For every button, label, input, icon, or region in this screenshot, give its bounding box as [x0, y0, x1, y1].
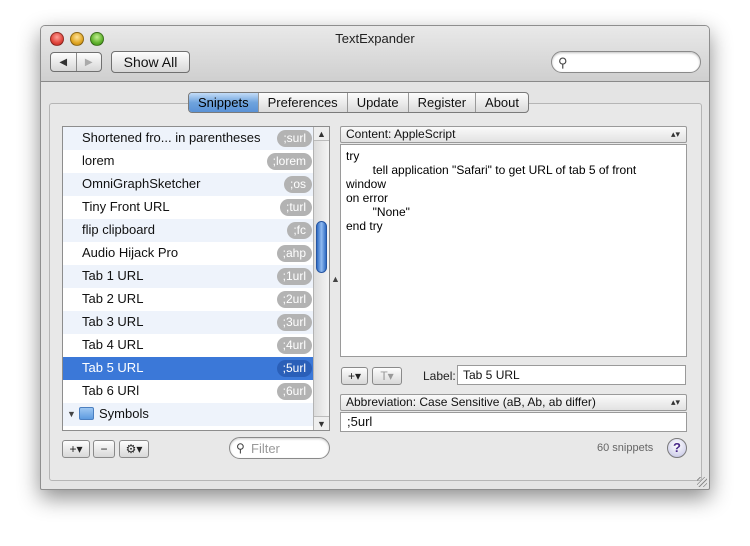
resize-grip-icon[interactable] [697, 477, 707, 487]
preferences-window: TextExpander ◀ ▶ Show All ⚲ Snippets Pref… [40, 25, 710, 490]
add-snippet-button[interactable]: +▾ [62, 440, 90, 458]
forward-button[interactable]: ▶ [75, 53, 102, 71]
snippet-row[interactable]: Tab 1 URL ;1url [63, 265, 315, 288]
folder-row-symbols[interactable]: ▼ Symbols [63, 403, 315, 426]
snippet-label: Audio Hijack Pro [82, 245, 179, 260]
content-type-label: Content: AppleScript [346, 127, 456, 141]
show-all-button[interactable]: Show All [111, 51, 190, 73]
snippet-label: Tiny Front URL [82, 199, 170, 214]
split-view-handle-icon[interactable]: ▲ [331, 274, 340, 284]
tab-register[interactable]: Register [407, 93, 475, 112]
back-forward-control: ◀ ▶ [50, 52, 102, 72]
popup-arrows-icon: ▴▾ [670, 129, 680, 139]
snippet-abbreviation-badge: ;lorem [266, 153, 312, 170]
snippet-label: Tab 3 URL [82, 314, 144, 329]
script-line: tell application "Safari" to get URL of … [346, 163, 637, 177]
snippet-label: Shortened fro... in parentheses [82, 130, 261, 145]
tab-preferences[interactable]: Preferences [257, 93, 347, 112]
filter-placeholder: Filter [251, 441, 280, 456]
snippet-label: Tab 5 URL [82, 360, 144, 375]
snippet-abbreviation-badge: ;6url [276, 383, 312, 400]
snippet-row[interactable]: Audio Hijack Pro ;ahp [63, 242, 315, 265]
forward-arrow-icon: ▶ [84, 56, 93, 68]
snippet-row[interactable]: Tiny Front URL ;turl [63, 196, 315, 219]
label-input[interactable]: Tab 5 URL [457, 365, 686, 385]
snippet-abbreviation-badge: ;os [283, 176, 312, 193]
label-caption: Label: [423, 369, 456, 383]
insert-fill-button[interactable]: +▾ [341, 367, 368, 385]
scroll-up-arrow-icon[interactable]: ▲ [314, 127, 329, 141]
toolbar-search-input[interactable]: ⚲ [551, 51, 701, 73]
disclosure-triangle-icon[interactable]: ▼ [67, 409, 76, 419]
snippet-abbreviation-badge: ;5url [276, 360, 312, 377]
snippet-row[interactable]: flip clipboard ;fc [63, 219, 315, 242]
snippet-list: ▼ Symbols Tab 6 URl ;6url Tab 5 URL ;5url Tab … [62, 126, 330, 431]
title-bar: TextExpander ◀ ▶ Show All ⚲ [41, 26, 709, 82]
snippet-label: Tab 6 URl [82, 383, 140, 398]
snippet-row[interactable]: Shortened fro... in parentheses ;surl [63, 127, 315, 150]
snippet-label: OmniGraphSketcher [82, 176, 201, 191]
scroll-down-arrow-icon[interactable]: ▼ [314, 416, 329, 430]
snippet-row[interactable]: lorem ;lorem [63, 150, 315, 173]
filter-search-icon: ⚲ [236, 441, 245, 455]
back-button[interactable]: ◀ [51, 53, 76, 71]
scroll-thumb[interactable] [316, 221, 327, 273]
snippet-abbreviation-badge: ;3url [276, 314, 312, 331]
snippet-row[interactable]: OmniGraphSketcher ;os [63, 173, 315, 196]
snippet-abbreviation-badge: ;4url [276, 337, 312, 354]
remove-snippet-button[interactable]: − [93, 440, 115, 458]
snippet-row[interactable]: Tab 2 URL ;2url [63, 288, 315, 311]
window-title: TextExpander [335, 31, 415, 46]
search-icon: ⚲ [558, 55, 568, 70]
snippet-row[interactable]: Tab 5 URL ;5url [63, 357, 315, 380]
snippet-count: 60 snippets [597, 442, 654, 454]
tab-snippets[interactable]: Snippets [189, 93, 258, 112]
abbreviation-mode-popup[interactable]: Abbreviation: Case Sensitive (aB, Ab, ab… [340, 394, 687, 411]
help-button[interactable]: ? [667, 438, 687, 458]
snippet-label: Tab 4 URL [82, 337, 144, 352]
snippet-row[interactable]: Tab 6 URl ;6url [63, 380, 315, 403]
script-line: window [346, 177, 387, 191]
folder-icon [79, 407, 94, 420]
snippet-abbreviation-badge: ;surl [277, 130, 312, 147]
folder-label: Symbols [99, 406, 149, 421]
tab-bar: Snippets Preferences Update Register About [188, 92, 530, 113]
tab-update[interactable]: Update [346, 93, 408, 112]
snippet-label: Tab 1 URL [82, 268, 144, 283]
snippet-label: lorem [82, 153, 115, 168]
popup-arrows-icon: ▴▾ [670, 397, 680, 407]
snippet-label: Tab 2 URL [82, 291, 144, 306]
text-format-button[interactable]: T▾ [372, 367, 402, 385]
snippet-abbreviation-badge: ;1url [276, 268, 312, 285]
snippet-row[interactable]: Tab 4 URL ;4url [63, 334, 315, 357]
back-arrow-icon: ◀ [59, 56, 68, 68]
snippet-content-editor[interactable]: try tell application "Safari" to get URL… [340, 144, 687, 357]
content-type-popup[interactable]: Content: AppleScript ▴▾ [340, 126, 687, 143]
tab-about[interactable]: About [475, 93, 528, 112]
script-line: try [346, 149, 360, 163]
script-line: on error [346, 191, 389, 205]
snippet-abbreviation-badge: ;2url [276, 291, 312, 308]
snippet-label: flip clipboard [82, 222, 155, 237]
script-line: end try [346, 219, 383, 233]
snippet-abbreviation-badge: ;fc [287, 222, 312, 239]
snippet-abbreviation-badge: ;ahp [276, 245, 312, 262]
abbreviation-input[interactable]: ;5url [340, 412, 687, 432]
snippet-abbreviation-badge: ;turl [279, 199, 312, 216]
abbreviation-mode-label: Abbreviation: Case Sensitive (aB, Ab, ab… [346, 395, 596, 409]
snippet-row[interactable]: Tab 3 URL ;3url [63, 311, 315, 334]
script-line: "None" [346, 205, 410, 219]
filter-input[interactable]: ⚲ Filter [229, 437, 330, 459]
snippet-list-scrollbar[interactable]: ▲ ▼ [313, 127, 329, 430]
gear-menu-button[interactable]: ⚙▾ [119, 440, 149, 458]
